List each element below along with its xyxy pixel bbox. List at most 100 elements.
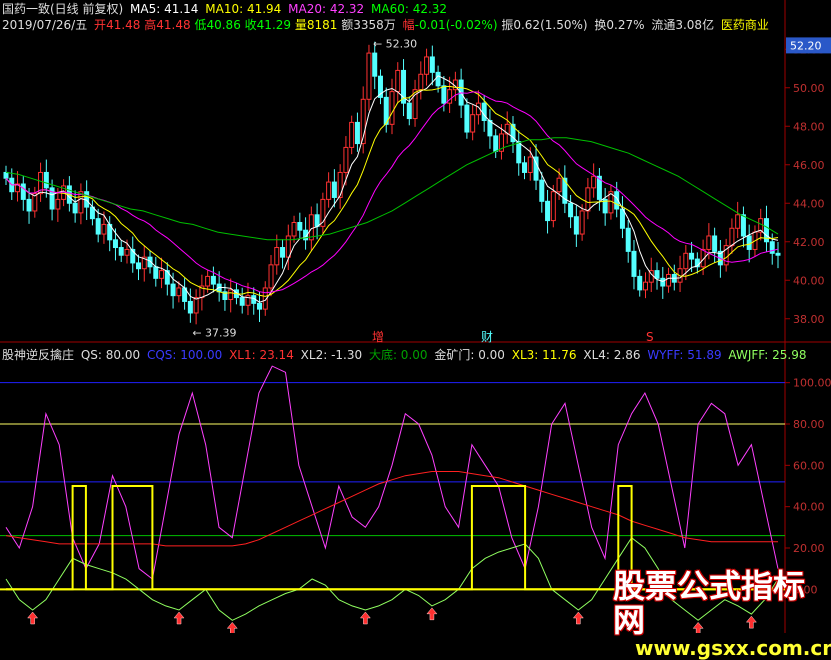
candle-body [153,266,159,279]
candle-body [464,104,470,133]
candle-body [72,202,78,214]
candle-body [429,56,435,73]
candle-body [210,275,216,285]
candle-body [654,270,660,279]
xl1-label: XL1: 23.14 [229,348,294,362]
candle-body [516,141,522,164]
candle-body [343,146,349,173]
close-caption: 收 [244,18,257,32]
ind-tick-label: 100.00 [793,377,831,390]
candle-body [729,227,735,247]
candle-body [406,102,412,120]
ind-tick-label: 60.00 [793,459,825,472]
candle-body [689,252,695,260]
ma5-label: MA5: 41.14 [130,2,199,16]
dadi-label: 大底: 0.00 [368,348,428,362]
candle-body [20,183,26,200]
candle-body [136,262,142,270]
ma60-label: MA60: 42.32 [371,2,448,16]
candle-body [550,191,556,222]
ind-tick-label: 20.00 [793,542,825,555]
change-caption: 幅 [402,18,415,32]
price-tick-label: 40.00 [793,274,825,287]
candle-body [124,248,130,256]
candle-body [683,252,689,270]
indicator-header: 股神逆反擒庄 QS: 80.00 CQS: 100.00 XL1: 23.14 … [2,348,809,362]
candle-body [493,135,499,152]
current-price-label: 52.20 [790,39,822,52]
date-label: 2019/07/26/五 [2,18,88,32]
candle-body [349,121,355,148]
candle-body [579,210,585,235]
candle-body [291,222,297,237]
candle-body [256,302,262,310]
wyff-label: WYFF: 51.89 [647,348,722,362]
candle-body [441,85,447,104]
candle-body [187,300,193,314]
cqs-label: CQS: 100.00 [146,348,223,362]
candle-body [326,181,332,200]
candle-body [395,69,401,93]
candle-body [625,227,631,252]
candle-body [424,56,430,75]
candle-body [3,171,9,179]
close-value: 41.29 [256,18,292,32]
candle-body [591,175,597,189]
volume-caption: 量 [294,18,307,32]
candle-body [280,247,286,258]
high-caption: 高 [144,18,157,32]
low-caption: 低 [194,18,207,32]
price-tick-label: 42.00 [793,236,825,249]
candle-body [481,102,487,121]
open-caption: 开 [94,18,107,32]
candle-body [228,289,234,300]
candle-body [666,273,672,287]
event-marker-s: S [646,330,654,344]
indicator-name: 股神逆反擒庄 [2,348,75,362]
candle-body [637,275,643,291]
industry-label: 医药商业 [720,18,769,32]
stock-chart: 38.0040.0042.0044.0046.0048.0050.0052.00… [0,0,831,633]
watermark-text: 股票公式指标网 [613,567,806,639]
high-value: 41.48 [156,18,191,32]
low-value: 40.86 [206,18,241,32]
candle-body [297,222,303,231]
xl2-label: XL2: -1.30 [300,348,363,362]
candle-body [619,208,625,229]
price-tick-label: 44.00 [793,197,825,210]
candle-body [545,200,551,222]
candle-body [366,52,372,100]
candle-body [159,270,165,279]
change-value: -0.01(-0.02%) [414,18,498,32]
price-tick-label: 46.00 [793,159,825,172]
candle-body [314,214,320,227]
event-marker-zeng: 增 [372,330,384,344]
price-tick-label: 38.00 [793,313,825,326]
xl3-label: XL3: 11.76 [511,348,577,362]
candle-body [660,277,666,287]
candle-body [354,121,360,145]
candle-body [556,177,562,193]
open-value: 41.48 [106,18,141,32]
candle-body [487,119,493,137]
candle-body [26,198,32,212]
amplitude-label: 振0.62(1.50%) [501,18,588,32]
candle-body [95,218,101,235]
candle-body [568,202,574,218]
candle-body [522,162,528,173]
candle-body [740,214,746,237]
candle-body [170,283,176,297]
candle-body [735,214,741,229]
close-label: 收41.29 [245,18,291,32]
candle-body [43,171,49,189]
candle-body [706,235,712,250]
xl4-label: XL4: 2.86 [583,348,641,362]
candle-body [527,156,533,173]
chart-header-row2: 2019/07/26/五 开41.48 高41.48 低40.86 收41.29… [2,18,772,32]
candle-body [470,114,476,133]
candle-body [274,247,280,266]
candle-body [539,179,545,202]
candle-body [712,235,718,252]
candle-body [331,181,337,198]
candle-body [573,216,579,235]
